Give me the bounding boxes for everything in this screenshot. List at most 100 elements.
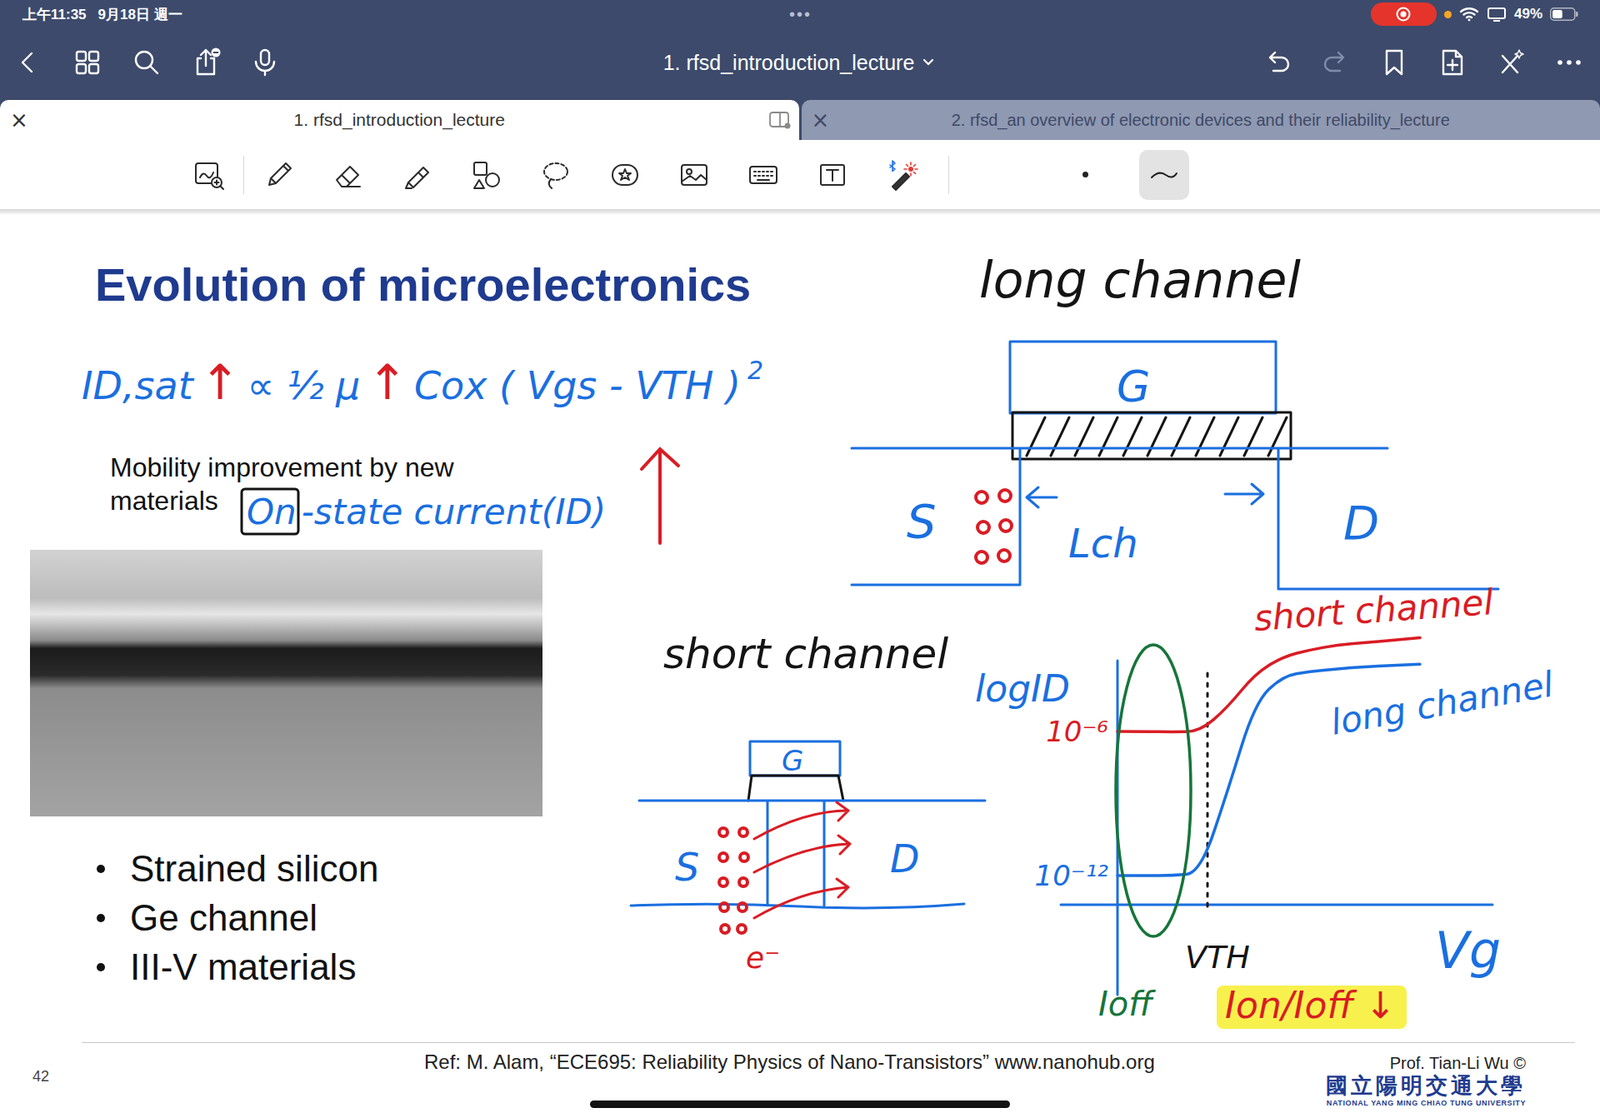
id-vg-chart: logID10⁻⁶10⁻¹²short channellong channelV… <box>975 581 1557 1030</box>
wifi-icon <box>1459 6 1480 22</box>
document-title[interactable]: 1. rfsd_introduction_lecture <box>656 47 942 79</box>
highlighter-tool-button[interactable] <box>390 149 445 201</box>
annotation-layer: ID,sat↑∝ ½ μ↑Cox ( Vgs - VTH )2 On-state … <box>0 214 1600 1118</box>
x-axis-label: Vg <box>1435 921 1501 980</box>
slide-content: Evolution of microelectronicsMobility im… <box>0 214 1600 1043</box>
tab-label: 1. rfsd_introduction_lecture <box>38 110 761 130</box>
mic-icon <box>250 47 280 78</box>
thumbnails-button[interactable] <box>69 44 106 81</box>
undo-button[interactable] <box>1259 44 1296 81</box>
reference: Ref: M. Alam, “ECE695: Reliability Physi… <box>424 1050 1155 1075</box>
bullet-dot <box>96 963 105 972</box>
lasso-icon <box>539 158 573 192</box>
svg-text:long channel: long channel <box>1327 664 1557 744</box>
undo-icon <box>1262 47 1293 78</box>
split-view-icon[interactable] <box>769 110 791 130</box>
bullet-dot <box>96 865 105 874</box>
threshold-label: VTH <box>1185 939 1250 976</box>
toolbar-separator <box>243 155 245 195</box>
eraser-tool-button[interactable] <box>320 149 376 201</box>
svg-text:G: G <box>1116 361 1150 412</box>
back-icon <box>13 47 44 78</box>
university-name: NATIONAL YANG MING CHIAO TUNG UNIVERSITY <box>1326 1098 1526 1109</box>
svg-text:S: S <box>675 845 700 890</box>
dot-stroke-button[interactable] <box>1060 150 1110 200</box>
battery-reading: 49% <box>1514 5 1543 23</box>
multitask-handle[interactable]: ••• <box>789 5 812 25</box>
status-icons: 49% <box>811 2 1579 26</box>
screen-mirror-icon <box>1486 6 1507 22</box>
dot-icon <box>1082 171 1089 178</box>
svg-text:short channel: short channel <box>1252 581 1495 640</box>
document-tab[interactable]: ×1. rfsd_introduction_lecture <box>0 100 800 140</box>
bookmark-icon <box>1379 47 1410 78</box>
textbox-tool-button[interactable] <box>805 149 860 201</box>
pen-tool-button[interactable] <box>251 149 307 201</box>
add-page-icon <box>1437 47 1468 78</box>
eraser-icon <box>331 158 365 192</box>
bullet-item: Ge channel <box>96 893 379 943</box>
y-tick-label: 10⁻¹² <box>1035 859 1110 893</box>
mic-in-use-dot <box>1444 10 1452 19</box>
y-axis-label: logID <box>975 667 1070 710</box>
elements-tool-button[interactable] <box>597 149 653 201</box>
svg-text:G: G <box>781 744 804 778</box>
tab-close-button[interactable]: × <box>0 109 39 131</box>
search-icon <box>131 47 162 78</box>
zoom-window-tool-button[interactable] <box>181 149 237 201</box>
laser-tool-button[interactable] <box>874 149 930 201</box>
tab-close-button[interactable]: × <box>801 109 840 131</box>
share-icon <box>190 47 221 78</box>
image-tool-button[interactable] <box>666 149 722 201</box>
sem-photo <box>30 550 543 817</box>
tab-label: 2. rfsd_an overview of electronic device… <box>840 110 1563 130</box>
nav-right-group <box>940 44 1588 81</box>
recording-indicator[interactable] <box>1370 2 1437 26</box>
search-button[interactable] <box>128 44 165 81</box>
slide-page[interactable]: Evolution of microelectronicsMobility im… <box>0 214 1600 1118</box>
shapes-tool-button[interactable] <box>459 149 515 201</box>
on-state-annotation: On-state current(ID) <box>241 449 679 544</box>
ai-tools-button[interactable] <box>1492 44 1530 81</box>
svg-text:D: D <box>1343 495 1380 550</box>
tab-actions <box>760 110 800 130</box>
grid-icon <box>72 47 103 78</box>
audio-record-button[interactable] <box>246 44 284 81</box>
svg-text:S: S <box>906 494 937 549</box>
tool-bar <box>0 140 1600 210</box>
highlighter-icon <box>400 158 435 192</box>
zoom-window-icon <box>192 158 226 192</box>
toolbar-separator <box>948 155 950 195</box>
redo-icon <box>1320 47 1351 78</box>
add-page-button[interactable] <box>1434 44 1471 81</box>
bookmark-button[interactable] <box>1375 44 1413 81</box>
close-sparkle-icon <box>1495 47 1526 78</box>
footer-rule <box>81 1042 1575 1044</box>
document-tab[interactable]: ×2. rfsd_an overview of electronic devic… <box>801 100 1600 140</box>
curve-stroke-button[interactable] <box>1139 150 1190 200</box>
redo-button[interactable] <box>1317 44 1355 81</box>
back-button[interactable] <box>10 44 47 81</box>
slide-title: Evolution of microelectronics <box>95 256 751 313</box>
chevron-down-icon <box>922 58 935 67</box>
share-button[interactable] <box>187 44 225 81</box>
chart-series: long channel <box>1117 664 1557 876</box>
lasso-tool-button[interactable] <box>528 149 584 201</box>
bullet-list: Strained siliconGe channelIII-V material… <box>96 844 379 992</box>
laser-icon <box>885 158 919 192</box>
more-button[interactable] <box>1550 44 1588 81</box>
clock: 上午11:359月18日 週一 <box>22 5 790 25</box>
pen-icon <box>262 158 296 192</box>
tab-bar: ×1. rfsd_introduction_lecture×2. rfsd_an… <box>0 96 1600 140</box>
keyboard-tool-button[interactable] <box>735 149 791 201</box>
svg-text:short channel: short channel <box>663 630 949 679</box>
bullet-item: III-V materials <box>96 942 379 992</box>
date: 9月18日 週一 <box>98 5 183 25</box>
chart-series: short channel <box>1117 581 1495 732</box>
formula-annotation: ID,sat↑∝ ½ μ↑Cox ( Vgs - VTH )2 <box>81 354 764 411</box>
home-indicator[interactable] <box>590 1100 1010 1109</box>
battery-icon <box>1550 7 1579 21</box>
stroke-options <box>1060 150 1190 200</box>
page-number: 42 <box>0 1068 82 1086</box>
goodnotes-screen: 上午11:359月18日 週一••• 49% 1. rfsd_introductio… <box>0 0 1600 1118</box>
